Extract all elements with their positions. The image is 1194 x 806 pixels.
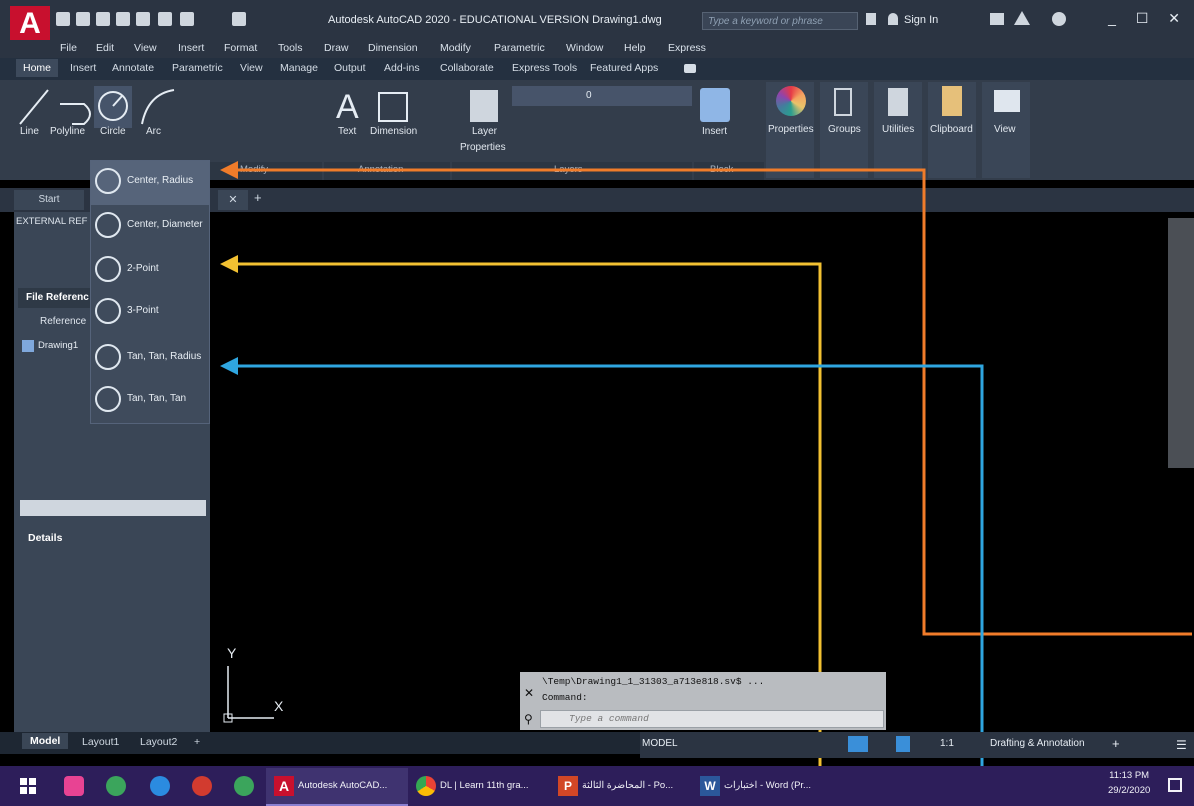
customize-wrench-icon[interactable]: ⚲ (524, 712, 533, 726)
model-space-button[interactable]: MODEL (642, 738, 678, 749)
workspace-switch[interactable]: Drafting & Annotation (990, 738, 1085, 749)
blue-arrowhead (220, 357, 238, 375)
autocad-taskbar-icon: A (274, 776, 294, 796)
windows-start-icon[interactable] (20, 778, 36, 794)
chrome-icon (416, 776, 436, 796)
taskbar-word-label: اختبارات - Word (Pr... (724, 780, 811, 791)
clock-date: 29/2/2020 (1108, 785, 1151, 796)
notifications-icon[interactable] (1168, 778, 1182, 792)
menu-icon[interactable]: ☰ (1176, 738, 1187, 752)
taskbar-autocad-label: Autodesk AutoCAD... (298, 780, 388, 791)
edge-icon[interactable] (150, 776, 170, 796)
taskbar-word[interactable]: W اختبارات - Word (Pr... (696, 768, 826, 806)
app-icon-1[interactable] (64, 776, 84, 796)
clock-time: 11:13 PM (1109, 770, 1150, 781)
annotation-visibility-icon[interactable] (896, 736, 910, 752)
tab-layout1[interactable]: Layout1 (82, 736, 119, 748)
tab-model[interactable]: Model (22, 733, 69, 749)
yellow-arrowhead (220, 255, 238, 273)
annotation-scale[interactable]: 1:1 (940, 738, 954, 749)
drafting-toggles[interactable] (686, 736, 846, 752)
command-input[interactable]: Type a command (540, 710, 884, 728)
command-history-2: Command: (542, 692, 588, 703)
word-icon: W (700, 776, 720, 796)
customize-icon[interactable]: + (1112, 736, 1120, 751)
orange-arrow-line (236, 168, 1192, 636)
tab-layout2[interactable]: Layout2 (140, 736, 177, 748)
system-tray[interactable] (862, 778, 1092, 794)
add-layout-icon[interactable]: + (194, 736, 200, 748)
close-command-icon[interactable]: ✕ (524, 686, 534, 700)
taskbar-clock[interactable]: 11:13 PM 29/2/2020 (1108, 770, 1150, 796)
taskbar-powerpoint-label: المحاضرة الثالثة - Po... (582, 780, 674, 791)
app-icon-5[interactable] (234, 776, 254, 796)
command-history-1: \Temp\Drawing1_1_31303_a713e818.sv$ ... (542, 676, 765, 687)
taskbar-chrome-label: DL | Learn 11th gra... (440, 780, 529, 791)
app-icon-2[interactable] (106, 776, 126, 796)
powerpoint-icon: P (558, 776, 578, 796)
taskbar-chrome[interactable]: DL | Learn 11th gra... (410, 768, 550, 806)
isodraft-icon[interactable] (848, 736, 868, 752)
taskbar-autocad[interactable]: A Autodesk AutoCAD... (266, 768, 408, 806)
taskbar-powerpoint[interactable]: P المحاضرة الثالثة - Po... (554, 768, 690, 806)
app-icon-4[interactable] (192, 776, 212, 796)
orange-arrowhead (220, 161, 238, 179)
